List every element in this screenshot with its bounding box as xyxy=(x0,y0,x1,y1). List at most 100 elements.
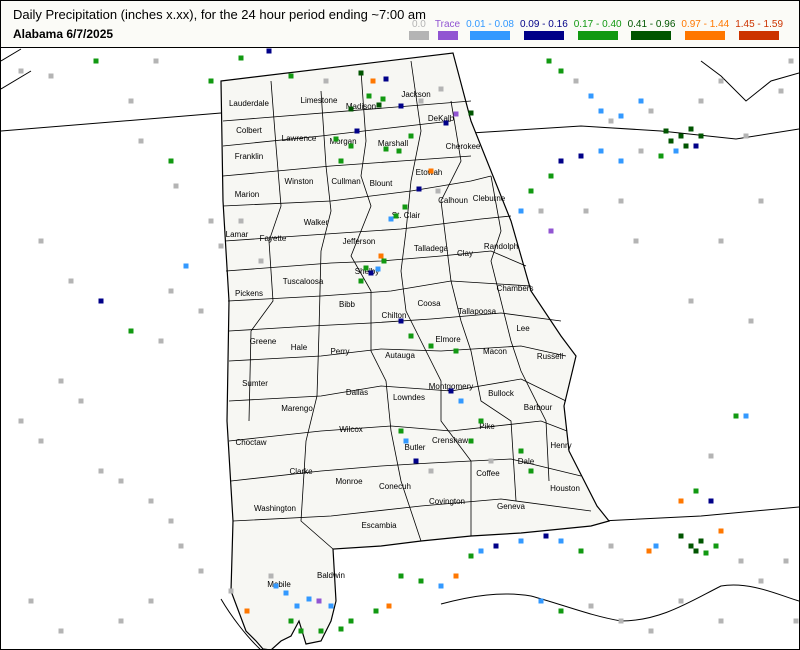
precipitation-map-window: Daily Precipitation (inches x.xx), for t… xyxy=(0,0,800,650)
station-marker xyxy=(708,498,714,504)
station-marker xyxy=(373,608,379,614)
station-marker xyxy=(418,578,424,584)
station-marker xyxy=(608,543,614,549)
county-label: Escambia xyxy=(361,521,397,530)
legend-item: Trace xyxy=(435,19,460,40)
county-label: Washington xyxy=(254,504,296,513)
ga-tn-border-line xyxy=(470,125,799,140)
station-marker xyxy=(273,583,279,589)
station-marker xyxy=(378,253,384,259)
county-label: Lauderdale xyxy=(229,99,270,108)
station-marker xyxy=(173,183,179,189)
station-marker xyxy=(416,186,422,192)
station-marker xyxy=(718,618,724,624)
county-label: Greene xyxy=(250,337,277,346)
station-marker xyxy=(98,298,104,304)
station-marker xyxy=(383,76,389,82)
station-marker xyxy=(428,468,434,474)
station-marker xyxy=(128,328,134,334)
station-marker xyxy=(718,528,724,534)
station-marker xyxy=(778,88,784,94)
legend-item: 1.45 - 1.59 xyxy=(735,19,783,40)
station-marker xyxy=(688,126,694,132)
station-marker xyxy=(354,128,360,134)
station-marker xyxy=(93,58,99,64)
station-marker xyxy=(338,158,344,164)
station-marker xyxy=(703,550,709,556)
legend-item: 0.41 - 0.96 xyxy=(628,19,675,40)
station-marker xyxy=(98,468,104,474)
station-marker xyxy=(168,518,174,524)
county-label: Bullock xyxy=(488,389,515,398)
county-label: Lowndes xyxy=(393,393,425,402)
station-marker xyxy=(648,108,654,114)
fl-ga-border-line xyxy=(600,506,799,522)
station-marker xyxy=(118,618,124,624)
station-marker xyxy=(428,343,434,349)
station-marker xyxy=(493,543,499,549)
station-marker xyxy=(718,78,724,84)
county-label: Clay xyxy=(457,249,473,258)
station-marker xyxy=(363,265,369,271)
station-marker xyxy=(258,258,264,264)
county-label: Geneva xyxy=(497,502,526,511)
county-label: Jefferson xyxy=(343,237,376,246)
station-marker xyxy=(743,413,749,419)
station-marker xyxy=(698,538,704,544)
station-marker xyxy=(698,98,704,104)
county-label: Walker xyxy=(304,218,329,227)
station-marker xyxy=(458,398,464,404)
legend-item: 0.17 - 0.40 xyxy=(574,19,622,40)
station-marker xyxy=(428,168,434,174)
station-marker xyxy=(244,608,250,614)
county-label: Monroe xyxy=(335,477,363,486)
county-label: Colbert xyxy=(236,126,263,135)
legend-swatch xyxy=(470,31,511,40)
station-marker xyxy=(348,106,354,112)
county-label: Fayette xyxy=(260,234,287,243)
station-marker xyxy=(793,618,799,624)
county-label: Crenshaw xyxy=(432,436,468,445)
station-marker xyxy=(306,596,312,602)
station-marker xyxy=(518,208,524,214)
county-label: Cherokee xyxy=(446,142,481,151)
county-label: Pickens xyxy=(235,289,263,298)
station-marker xyxy=(748,318,754,324)
station-marker xyxy=(266,48,272,54)
station-marker xyxy=(383,146,389,152)
station-marker xyxy=(58,378,64,384)
station-marker xyxy=(283,590,289,596)
map-title: Daily Precipitation (inches x.xx), for t… xyxy=(13,7,426,22)
station-marker xyxy=(375,266,381,272)
station-marker xyxy=(788,58,794,64)
county-label: Dallas xyxy=(346,388,368,397)
county-label: Randolph xyxy=(484,242,518,251)
legend-swatch xyxy=(437,31,458,40)
county-label: Chambers xyxy=(497,284,534,293)
station-marker xyxy=(558,608,564,614)
station-marker xyxy=(618,113,624,119)
station-marker xyxy=(618,618,624,624)
station-marker xyxy=(358,70,364,76)
station-marker xyxy=(608,118,614,124)
county-label: Talladega xyxy=(414,244,449,253)
station-marker xyxy=(348,143,354,149)
station-marker xyxy=(713,543,719,549)
station-marker xyxy=(646,548,652,554)
county-label: Macon xyxy=(483,347,507,356)
station-marker xyxy=(408,333,414,339)
station-marker xyxy=(198,308,204,314)
county-label: Calhoun xyxy=(438,196,468,205)
station-marker xyxy=(693,488,699,494)
county-label: Houston xyxy=(550,484,580,493)
station-marker xyxy=(518,538,524,544)
county-label: Wilcox xyxy=(339,425,363,434)
county-label: Butler xyxy=(405,443,426,452)
legend-swatch xyxy=(685,31,726,40)
station-marker xyxy=(618,158,624,164)
station-marker xyxy=(448,388,454,394)
county-label: Dale xyxy=(518,457,535,466)
county-label: Limestone xyxy=(301,96,338,105)
station-marker xyxy=(148,598,154,604)
county-label: Franklin xyxy=(235,152,263,161)
